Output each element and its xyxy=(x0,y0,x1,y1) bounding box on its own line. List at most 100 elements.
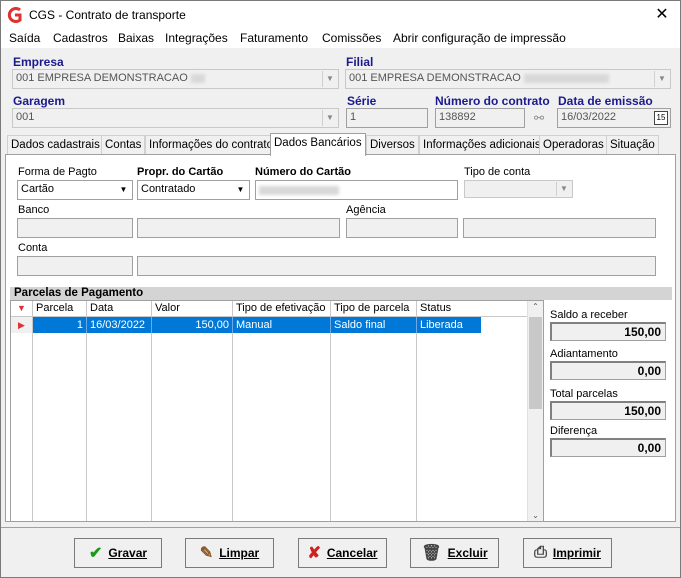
close-button[interactable]: ✕ xyxy=(652,5,672,25)
footer-separator xyxy=(1,527,680,528)
gravar-button[interactable]: ✔ Gravar xyxy=(74,538,162,568)
agencia-label: Agência xyxy=(346,204,386,216)
menu-comissoes[interactable]: Comissões xyxy=(322,31,381,45)
numero-cartao-label: Número do Cartão xyxy=(255,166,351,178)
calendar-icon[interactable]: 15 xyxy=(654,111,668,125)
app-logo-icon xyxy=(7,7,22,23)
tab-operadoras[interactable]: Operadoras xyxy=(539,135,608,155)
saldo-receber-value: 150,00 xyxy=(550,322,666,341)
data-emissao-field[interactable]: 16/03/2022 15 xyxy=(557,108,671,128)
tab-dados-cadastrais[interactable]: Dados cadastrais xyxy=(7,135,104,155)
col-valor[interactable]: Valor xyxy=(152,301,233,317)
trash-icon: 🗑 xyxy=(421,545,442,562)
adiantamento-value: 0,00 xyxy=(550,361,666,380)
banco-code-field[interactable] xyxy=(17,218,133,238)
limpar-button[interactable]: ✎ Limpar xyxy=(185,538,274,568)
serie-field[interactable]: 1 xyxy=(346,108,428,128)
col-tipo-parcela[interactable]: Tipo de parcela xyxy=(331,301,417,317)
chevron-down-icon: ▼ xyxy=(556,182,571,196)
forma-pagto-label: Forma de Pagto xyxy=(18,166,97,178)
printer-icon: ⎙ xyxy=(534,544,547,561)
imprimir-button[interactable]: ⎙ Imprimir xyxy=(523,538,612,568)
chevron-down-icon: ▼ xyxy=(233,182,248,198)
tab-situacao[interactable]: Situação xyxy=(606,135,659,155)
main-window: CGS - Contrato de transporte ✕ Saída Cad… xyxy=(0,0,681,578)
menu-faturamento[interactable]: Faturamento xyxy=(240,31,308,45)
filial-label: Filial xyxy=(346,55,374,69)
col-parcela[interactable]: Parcela xyxy=(33,301,87,317)
total-parcelas-label: Total parcelas xyxy=(550,388,618,400)
conta-field[interactable] xyxy=(17,256,133,276)
numero-contrato-label: Número do contrato xyxy=(435,94,550,108)
serie-label: Série xyxy=(347,94,377,108)
saldo-receber-label: Saldo a receber xyxy=(550,309,628,321)
menu-integracoes[interactable]: Integrações xyxy=(165,31,228,45)
grid-scrollbar[interactable]: ⌃ ⌄ xyxy=(527,301,543,521)
cell-valor: 150,00 xyxy=(152,317,233,333)
empresa-label: Empresa xyxy=(13,55,64,69)
parcelas-grid[interactable]: ▼ Parcela Data Valor Tipo de efetivação … xyxy=(10,300,544,522)
cell-tipo-parcela: Saldo final xyxy=(331,317,417,333)
filial-select[interactable]: 001 EMPRESA DEMONSTRACAO ▼ xyxy=(345,69,671,89)
tab-informacoes-contrato[interactable]: Informações do contrato xyxy=(145,135,278,155)
garagem-select[interactable]: 001 ▼ xyxy=(12,108,339,128)
checkmark-icon: ✔ xyxy=(88,545,103,562)
menu-baixas[interactable]: Baixas xyxy=(118,31,154,45)
tab-diversos[interactable]: Diversos xyxy=(366,135,419,155)
diferenca-label: Diferença xyxy=(550,425,598,437)
data-emissao-label: Data de emissão xyxy=(558,94,653,108)
scroll-thumb[interactable] xyxy=(529,317,542,409)
window-title: CGS - Contrato de transporte xyxy=(29,8,186,22)
adiantamento-label: Adiantamento xyxy=(550,348,618,360)
menu-cadastros[interactable]: Cadastros xyxy=(53,31,108,45)
tipo-conta-label: Tipo de conta xyxy=(464,166,531,178)
scroll-down-icon[interactable]: ⌄ xyxy=(528,511,543,520)
menu-abrir-configuracao[interactable]: Abrir configuração de impressão xyxy=(393,31,566,45)
garagem-label: Garagem xyxy=(13,94,66,108)
parcelas-title: Parcelas de Pagamento xyxy=(10,287,672,300)
tipo-conta-select[interactable]: ▼ xyxy=(464,180,573,198)
col-data[interactable]: Data xyxy=(87,301,152,317)
menu-saida[interactable]: Saída xyxy=(9,31,40,45)
table-row[interactable]: ▶ 1 16/03/2022 150,00 Manual Saldo final… xyxy=(11,317,528,333)
propr-cartao-label: Propr. do Cartão xyxy=(137,166,224,178)
excluir-button[interactable]: 🗑 Excluir xyxy=(410,538,499,568)
cell-parcela: 1 xyxy=(33,317,87,333)
tab-dados-bancarios[interactable]: Dados Bancários xyxy=(270,133,366,156)
cancel-x-icon: ✘ xyxy=(307,545,321,562)
chevron-down-icon: ▼ xyxy=(654,71,669,87)
banco-name-field[interactable] xyxy=(137,218,340,238)
numero-cartao-field[interactable] xyxy=(255,180,458,200)
diferenca-value: 0,00 xyxy=(550,438,666,457)
col-status[interactable]: Status xyxy=(417,301,528,317)
tab-contas[interactable]: Contas xyxy=(101,135,146,155)
col-tipo-efetivacao[interactable]: Tipo de efetivação xyxy=(233,301,331,317)
tab-strip: Dados cadastrais Contas Informações do c… xyxy=(5,133,677,156)
tab-informacoes-adicionais[interactable]: Informações adicionais xyxy=(419,135,545,155)
title-bar: CGS - Contrato de transporte ✕ xyxy=(1,1,680,29)
row-indicator-icon: ▶ xyxy=(11,317,33,333)
cell-data: 16/03/2022 xyxy=(87,317,152,333)
tab-page-dados-bancarios: Forma de Pagto Cartão ▼ Propr. do Cartão… xyxy=(5,154,676,522)
cell-status: Liberada xyxy=(420,319,463,331)
chevron-down-icon: ▼ xyxy=(322,71,337,87)
banco-label: Banco xyxy=(18,204,50,216)
conta-digit-field[interactable] xyxy=(137,256,656,276)
numero-contrato-field[interactable]: 138892 xyxy=(435,108,525,128)
binoculars-icon[interactable]: ⚯ xyxy=(534,111,544,125)
scroll-up-icon[interactable]: ⌃ xyxy=(528,302,543,311)
total-parcelas-value: 150,00 xyxy=(550,401,666,420)
sort-down-icon[interactable]: ▼ xyxy=(11,301,33,317)
forma-pagto-select[interactable]: Cartão ▼ xyxy=(17,180,133,200)
chevron-down-icon: ▼ xyxy=(322,110,337,126)
broom-icon: ✎ xyxy=(199,545,214,562)
cell-tipo-efetivacao: Manual xyxy=(233,317,331,333)
conta-label: Conta xyxy=(18,242,48,254)
cancelar-button[interactable]: ✘ Cancelar xyxy=(298,538,387,568)
menu-bar: Saída Cadastros Baixas Integrações Fatur… xyxy=(1,29,680,48)
chevron-down-icon: ▼ xyxy=(116,182,131,198)
agencia-digit-field[interactable] xyxy=(463,218,656,238)
empresa-select[interactable]: 001 EMPRESA DEMONSTRACAO ▼ xyxy=(12,69,339,89)
propr-cartao-select[interactable]: Contratado ▼ xyxy=(137,180,250,200)
agencia-field[interactable] xyxy=(346,218,458,238)
